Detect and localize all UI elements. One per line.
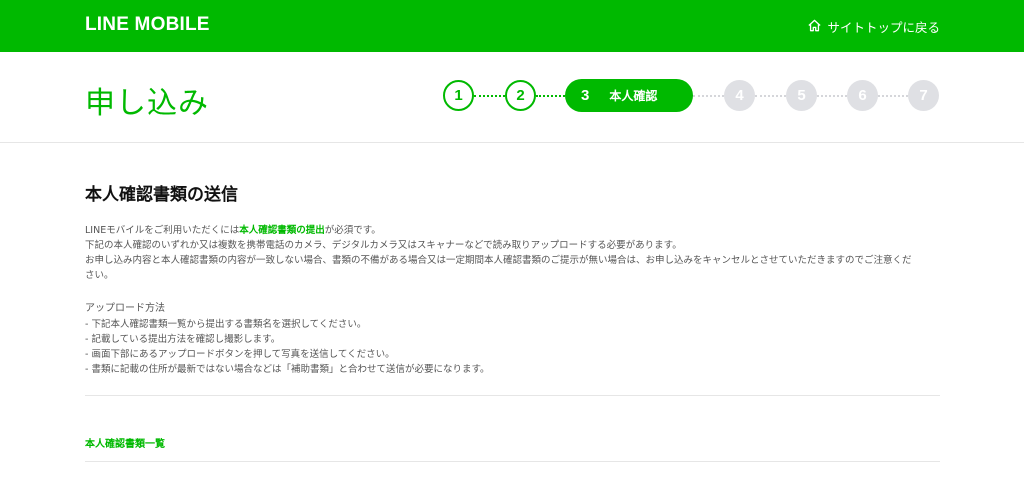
upload-method-item: - 記載している提出方法を確認し撮影します。 [85,334,281,345]
upload-method: アップロード方法 - 下記本人確認書類一覧から提出する書類名を選択してください。… [85,301,490,377]
divider [85,461,940,462]
step-5: 5 [786,80,817,111]
section-title: 本人確認書類の送信 [85,185,238,205]
intro-text: LINEモバイルをご利用いただくには本人確認書類の提出が必須です。 下記の本人確… [85,223,945,283]
step-connector [878,95,908,97]
line-mobile-logo[interactable]: LINE MOBILE [85,14,210,36]
document-list-link[interactable]: 本人確認書類一覧 [85,435,165,450]
step-7: 7 [908,80,939,111]
back-link-label: サイトトップに戻る [827,20,940,35]
intro-line-3: お申し込み内容と本人確認書類の内容が一致しない場合、書類の不備がある場合又は一定… [85,255,912,266]
step-3-current: 3 本人確認 [565,79,693,112]
upload-method-item: - 下記本人確認書類一覧から提出する書類名を選択してください。 [85,319,367,330]
step-connector [474,95,505,97]
step-connector [536,95,565,97]
step-indicator: 1 2 3 本人確認 4 5 6 7 [443,79,943,113]
home-icon [807,18,822,36]
upload-method-heading: アップロード方法 [85,303,165,314]
page-header: 申し込み 1 2 3 本人確認 4 5 6 7 [0,52,1024,143]
step-4: 4 [724,80,755,111]
step-6: 6 [847,80,878,111]
step-connector [755,95,786,97]
back-to-site-top-link[interactable]: サイトトップに戻る [807,17,940,36]
step-1: 1 [443,80,474,111]
intro-line-2: 下記の本人確認のいずれか又は複数を携帯電話のカメラ、デジタルカメラ又はスキャナー… [85,240,682,251]
required-document-highlight: 本人確認書類の提出 [239,225,325,236]
upload-method-item: - 書類に記載の住所が最新ではない場合などは「補助書類」と合わせて送信が必要にな… [85,364,490,375]
step-2: 2 [505,80,536,111]
page-title: 申し込み [85,86,209,121]
current-step-label: 本人確認 [609,89,658,103]
divider [85,395,940,396]
step-connector [817,95,847,97]
top-bar: LINE MOBILE サイトトップに戻る [0,0,1024,52]
intro-line-1: LINEモバイルをご利用いただくには本人確認書類の提出が必須です。 [85,225,381,236]
step-connector [693,95,724,97]
upload-method-item: - 画面下部にあるアップロードボタンを押して写真を送信してください。 [85,349,395,360]
intro-line-4: さい。 [85,270,114,281]
